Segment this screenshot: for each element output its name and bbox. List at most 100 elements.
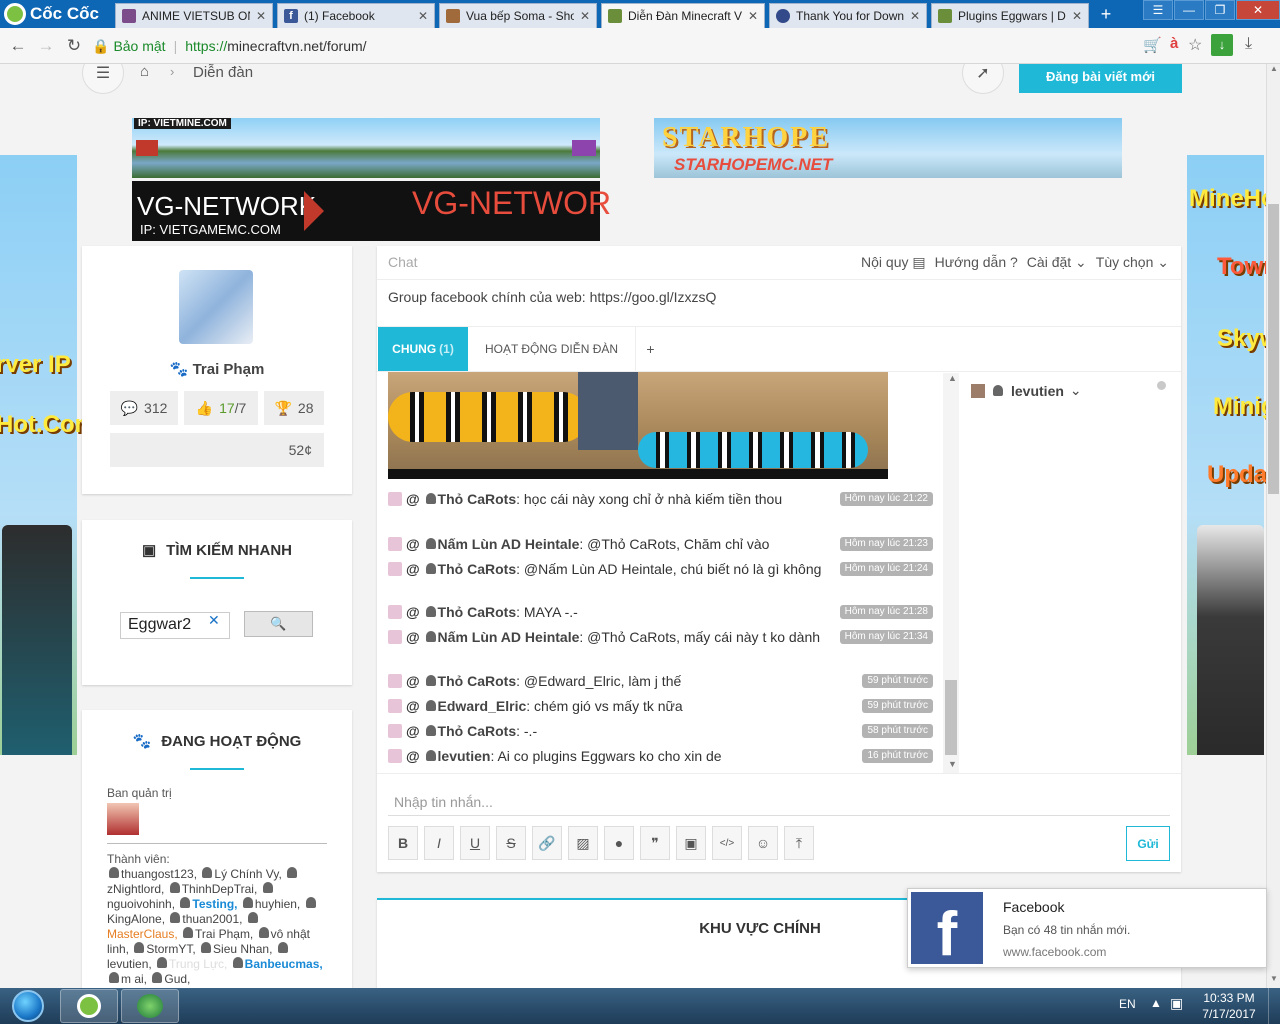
member-link[interactable]: Sieu Nhan, — [199, 942, 276, 956]
underline-icon[interactable]: U — [460, 826, 490, 860]
scroll-down-icon[interactable]: ▼ — [1270, 974, 1278, 983]
member-link[interactable]: Gud, — [150, 972, 190, 986]
clock[interactable]: 10:33 PM 7/17/2017 — [1195, 990, 1263, 1022]
member-link[interactable]: thuangost123, — [107, 867, 200, 881]
menu-toggle-icon[interactable]: ☰ — [82, 64, 124, 94]
clear-icon[interactable]: ✕ — [208, 612, 220, 629]
post-count[interactable]: 💬 312 — [110, 391, 178, 425]
code-icon[interactable]: </> — [712, 826, 742, 860]
mention-icon[interactable]: @ — [406, 748, 424, 764]
tab-forum-activity[interactable]: HOẠT ĐỘNG DIỄN ĐÀN — [469, 327, 634, 371]
new-tab-plus-icon[interactable]: + — [1097, 3, 1115, 25]
message-author[interactable]: Thỏ CaRots — [438, 491, 517, 507]
new-post-button[interactable]: Đăng bài viết mới — [1019, 64, 1182, 93]
scroll-up-icon[interactable]: ▲ — [1270, 64, 1278, 73]
bold-icon[interactable]: B — [388, 826, 418, 860]
user-avatar[interactable] — [388, 605, 402, 619]
left-side-ad[interactable]: rver IP Hot.Com — [0, 155, 96, 755]
options-dropdown[interactable]: Tùy chọn ⌄ — [1096, 254, 1169, 271]
start-button[interactable] — [2, 989, 54, 1023]
member-link[interactable]: ThinhDepTrai, — [168, 882, 261, 896]
quote-icon[interactable]: ❞ — [640, 826, 670, 860]
show-hidden-icons-icon[interactable]: ▲ — [1150, 996, 1162, 1010]
user-avatar[interactable] — [388, 537, 402, 551]
message-author[interactable]: Thỏ CaRots — [438, 561, 517, 577]
mention-icon[interactable]: @ — [406, 604, 424, 620]
reload-icon[interactable]: ↻ — [64, 36, 84, 56]
member-link[interactable]: m ai, — [107, 972, 150, 986]
search-button[interactable]: 🔍 — [244, 611, 313, 637]
user-avatar[interactable] — [388, 724, 402, 738]
menu-icon[interactable]: ☰ — [1143, 0, 1173, 20]
scroll-thumb[interactable] — [945, 680, 957, 755]
smiley-icon[interactable]: ☺ — [748, 826, 778, 860]
online-user[interactable]: levutien ⌄ — [971, 382, 1082, 399]
guide-link[interactable]: Hướng dẫn ? — [935, 254, 1018, 271]
cart-icon[interactable]: 🛒 — [1143, 36, 1163, 56]
idm-taskbar-button[interactable] — [121, 989, 179, 1023]
user-avatar[interactable] — [388, 630, 402, 644]
tab-general[interactable]: CHUNG (1) — [378, 327, 468, 371]
message-author[interactable]: Thỏ CaRots — [438, 673, 517, 689]
home-icon[interactable]: ⌂ — [140, 64, 149, 80]
close-icon[interactable]: ✕ — [574, 9, 590, 23]
mention-icon[interactable]: @ — [406, 561, 424, 577]
tab-vua-bep-soma[interactable]: Vua bếp Soma - Shokugeki ✕ — [439, 3, 597, 28]
message-author[interactable]: Thỏ CaRots — [438, 723, 517, 739]
user-avatar[interactable] — [388, 749, 402, 763]
user-avatar[interactable] — [388, 492, 402, 506]
close-icon[interactable]: ✕ — [250, 9, 266, 23]
tab-add[interactable]: + — [635, 327, 665, 371]
member-link[interactable]: Testing, — [178, 897, 240, 911]
avatar[interactable] — [179, 270, 253, 344]
page-scrollbar[interactable]: ▲ ▼ — [1266, 64, 1280, 988]
user-avatar[interactable] — [388, 699, 402, 713]
scroll-up-icon[interactable]: ▲ — [948, 373, 957, 383]
member-link[interactable]: huyhien, — [241, 897, 304, 911]
message-author[interactable]: Nấm Lùn AD Heintale — [438, 629, 580, 645]
tab-anime-vietsub[interactable]: ANIME VIETSUB ONLINE ✕ — [115, 3, 273, 28]
close-icon[interactable]: ✕ — [742, 9, 758, 23]
member-link[interactable]: Trai Phạm, — [181, 927, 257, 941]
message-author[interactable]: Nấm Lùn AD Heintale — [438, 536, 580, 552]
translate-icon[interactable]: à — [1170, 35, 1186, 55]
message-author[interactable]: Thỏ CaRots — [438, 604, 517, 620]
mention-icon[interactable]: @ — [406, 629, 424, 645]
tab-thank-you-download[interactable]: Thank You for Downloading ✕ — [769, 3, 927, 28]
like-count[interactable]: 👍 17/7 — [184, 391, 258, 425]
admin-avatar[interactable] — [107, 803, 139, 835]
scroll-thumb[interactable] — [1268, 204, 1279, 494]
message-author[interactable]: Edward_Elric — [438, 698, 527, 714]
back-arrow-icon[interactable]: ← — [8, 36, 28, 56]
strikethrough-icon[interactable]: S — [496, 826, 526, 860]
language-indicator[interactable]: EN — [1119, 997, 1136, 1011]
credits[interactable]: 52¢ — [110, 433, 324, 467]
trophy-count[interactable]: 🏆 28 — [264, 391, 324, 425]
right-side-ad[interactable]: MineHot Town Skyw Minig Updat — [1187, 155, 1266, 755]
star-icon[interactable]: ☆ — [1188, 35, 1206, 55]
tab-facebook[interactable]: f (1) Facebook ✕ — [277, 3, 435, 28]
scroll-down-icon[interactable]: ▼ — [948, 759, 957, 769]
member-link[interactable]: Lý Chính Vy, — [200, 867, 285, 881]
restore-icon[interactable]: ❐ — [1205, 0, 1235, 20]
spoiler-icon[interactable]: ▣ — [676, 826, 706, 860]
link-icon[interactable]: 🔗 — [532, 826, 562, 860]
vietmine-banner[interactable]: IP: VIETMINE.COM — [132, 118, 600, 178]
network-icon[interactable]: ▣ — [1170, 995, 1183, 1012]
show-desktop-button[interactable] — [1268, 988, 1280, 1024]
coccoc-taskbar-button[interactable] — [60, 989, 118, 1023]
member-link[interactable]: StormYT, — [132, 942, 199, 956]
send-button[interactable]: Gửi — [1126, 826, 1170, 861]
user-avatar[interactable] — [388, 562, 402, 576]
user-avatar[interactable] — [388, 674, 402, 688]
coccoc-logo[interactable]: Cốc Cốc — [4, 3, 99, 25]
close-window-icon[interactable]: ✕ — [1236, 0, 1280, 20]
mention-icon[interactable]: @ — [406, 536, 424, 552]
breadcrumb[interactable]: Diễn đàn — [193, 64, 253, 81]
profile-name-row[interactable]: 🐾 Trai Phạm — [82, 360, 352, 378]
close-icon[interactable]: ✕ — [412, 9, 428, 23]
message-input[interactable]: Nhập tin nhắn... — [388, 784, 1170, 816]
facebook-notification[interactable]: f Facebook Bạn có 48 tin nhắn mới. www.f… — [907, 888, 1267, 968]
italic-icon[interactable]: I — [424, 826, 454, 860]
mention-icon[interactable]: @ — [406, 673, 424, 689]
